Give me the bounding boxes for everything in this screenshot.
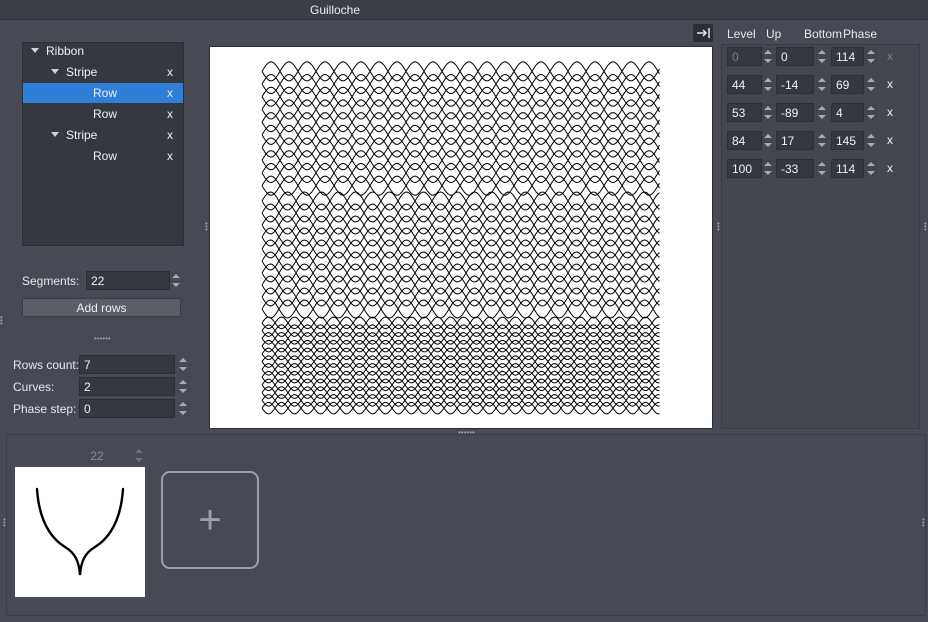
level-stepper[interactable] xyxy=(763,103,773,122)
level-input[interactable] xyxy=(727,131,762,150)
expand-triangle-icon[interactable] xyxy=(51,132,59,137)
up-input[interactable] xyxy=(776,131,814,150)
tree-item-row[interactable]: Row x xyxy=(23,83,183,103)
phase-header: Phase xyxy=(843,27,878,41)
phase-stepper[interactable] xyxy=(866,159,876,178)
tree-item-label: Row xyxy=(93,149,118,163)
expand-triangle-icon[interactable] xyxy=(31,48,39,53)
rows-count-label: Rows count: xyxy=(13,358,80,372)
curves-stepper[interactable] xyxy=(178,377,188,396)
curves-input[interactable] xyxy=(79,377,175,396)
window-title: Guilloche xyxy=(309,3,361,17)
remove-level-button[interactable]: x xyxy=(885,105,895,119)
add-rows-button[interactable]: Add rows xyxy=(22,298,181,317)
tree-item-label: Stripe xyxy=(66,65,98,79)
phase-step-label: Phase step: xyxy=(13,402,77,416)
phase-step-stepper[interactable] xyxy=(178,399,188,418)
plus-icon: + xyxy=(198,498,222,542)
tree-item-label: Row xyxy=(93,86,118,100)
left-splitter-handle[interactable]: • • • xyxy=(0,314,4,328)
bottom-right-splitter-handle[interactable]: • • • xyxy=(922,516,926,530)
up-stepper[interactable] xyxy=(817,75,827,94)
remove-level-button[interactable]: x xyxy=(885,161,895,175)
phase-input[interactable] xyxy=(831,75,864,94)
up-stepper[interactable] xyxy=(817,131,827,150)
remove-level-button[interactable]: x xyxy=(885,49,895,63)
level-input[interactable] xyxy=(727,103,762,122)
segments-input[interactable] xyxy=(86,271,170,290)
phase-stepper[interactable] xyxy=(866,75,876,94)
phase-input[interactable] xyxy=(831,159,864,178)
phase-input[interactable] xyxy=(831,103,864,122)
tree-item-ribbon[interactable]: Ribbon xyxy=(23,41,183,61)
segments-stepper[interactable] xyxy=(171,271,181,290)
panel-splitter-handle[interactable]: •••••• xyxy=(94,334,111,343)
expand-triangle-icon[interactable] xyxy=(51,69,59,74)
up-stepper[interactable] xyxy=(817,47,827,66)
remove-item-button[interactable]: x xyxy=(165,83,175,103)
tree-item-label: Stripe xyxy=(66,128,98,142)
phase-input[interactable] xyxy=(831,47,864,66)
up-header: Up xyxy=(766,27,782,41)
preview-canvas[interactable] xyxy=(209,46,713,429)
up-stepper[interactable] xyxy=(817,159,827,178)
curve-shape xyxy=(35,487,125,576)
level-stepper[interactable] xyxy=(763,131,773,150)
rows-count-input[interactable] xyxy=(79,355,175,374)
phase-input[interactable] xyxy=(831,131,864,150)
up-input[interactable] xyxy=(776,75,814,94)
level-input[interactable] xyxy=(727,75,762,94)
phase-stepper[interactable] xyxy=(866,47,876,66)
phase-stepper[interactable] xyxy=(866,131,876,150)
remove-level-button[interactable]: x xyxy=(885,77,895,91)
up-input[interactable] xyxy=(776,47,814,66)
up-input[interactable] xyxy=(776,103,814,122)
up-input[interactable] xyxy=(776,159,814,178)
segments-label: Segments: xyxy=(22,274,80,288)
level-input[interactable] xyxy=(727,159,762,178)
level-header: Level xyxy=(727,27,756,41)
tree-item-row[interactable]: Row x xyxy=(23,104,183,124)
up-stepper[interactable] xyxy=(817,103,827,122)
tree-item-stripe[interactable]: Stripe x xyxy=(23,62,183,82)
guilloche-pattern xyxy=(261,61,660,415)
tree-item-stripe[interactable]: Stripe x xyxy=(23,125,183,145)
panel-toggle-button[interactable] xyxy=(693,24,713,42)
level-stepper[interactable] xyxy=(763,75,773,94)
levels-panel xyxy=(721,44,920,429)
tree-item-label: Row xyxy=(93,107,118,121)
bottom-left-splitter-handle[interactable]: • • • xyxy=(3,516,7,530)
structure-tree[interactable]: Ribbon Stripe x Row x Row x Stripe x Row x xyxy=(22,42,184,246)
remove-item-button[interactable]: x xyxy=(165,62,175,82)
right-splitter-handle[interactable]: • • • xyxy=(924,220,928,234)
level-input[interactable] xyxy=(727,47,762,66)
rows-count-stepper[interactable] xyxy=(178,355,188,374)
remove-level-button[interactable]: x xyxy=(885,133,895,147)
level-stepper[interactable] xyxy=(763,47,773,66)
tree-item-row[interactable]: Row x xyxy=(23,146,183,166)
remove-item-button[interactable]: x xyxy=(165,104,175,124)
curve-segments-stepper[interactable] xyxy=(134,446,144,465)
phase-step-input[interactable] xyxy=(79,399,175,418)
bottom-header: Bottom xyxy=(804,27,843,41)
curve-segments-value[interactable]: 22 xyxy=(60,449,134,463)
tree-item-label: Ribbon xyxy=(46,44,85,58)
level-stepper[interactable] xyxy=(763,159,773,178)
collapse-arrow-icon xyxy=(697,28,710,38)
curve-preview[interactable] xyxy=(15,467,145,597)
remove-item-button[interactable]: x xyxy=(165,146,175,166)
remove-item-button[interactable]: x xyxy=(165,125,175,145)
curves-label: Curves: xyxy=(13,380,55,394)
phase-stepper[interactable] xyxy=(866,103,876,122)
